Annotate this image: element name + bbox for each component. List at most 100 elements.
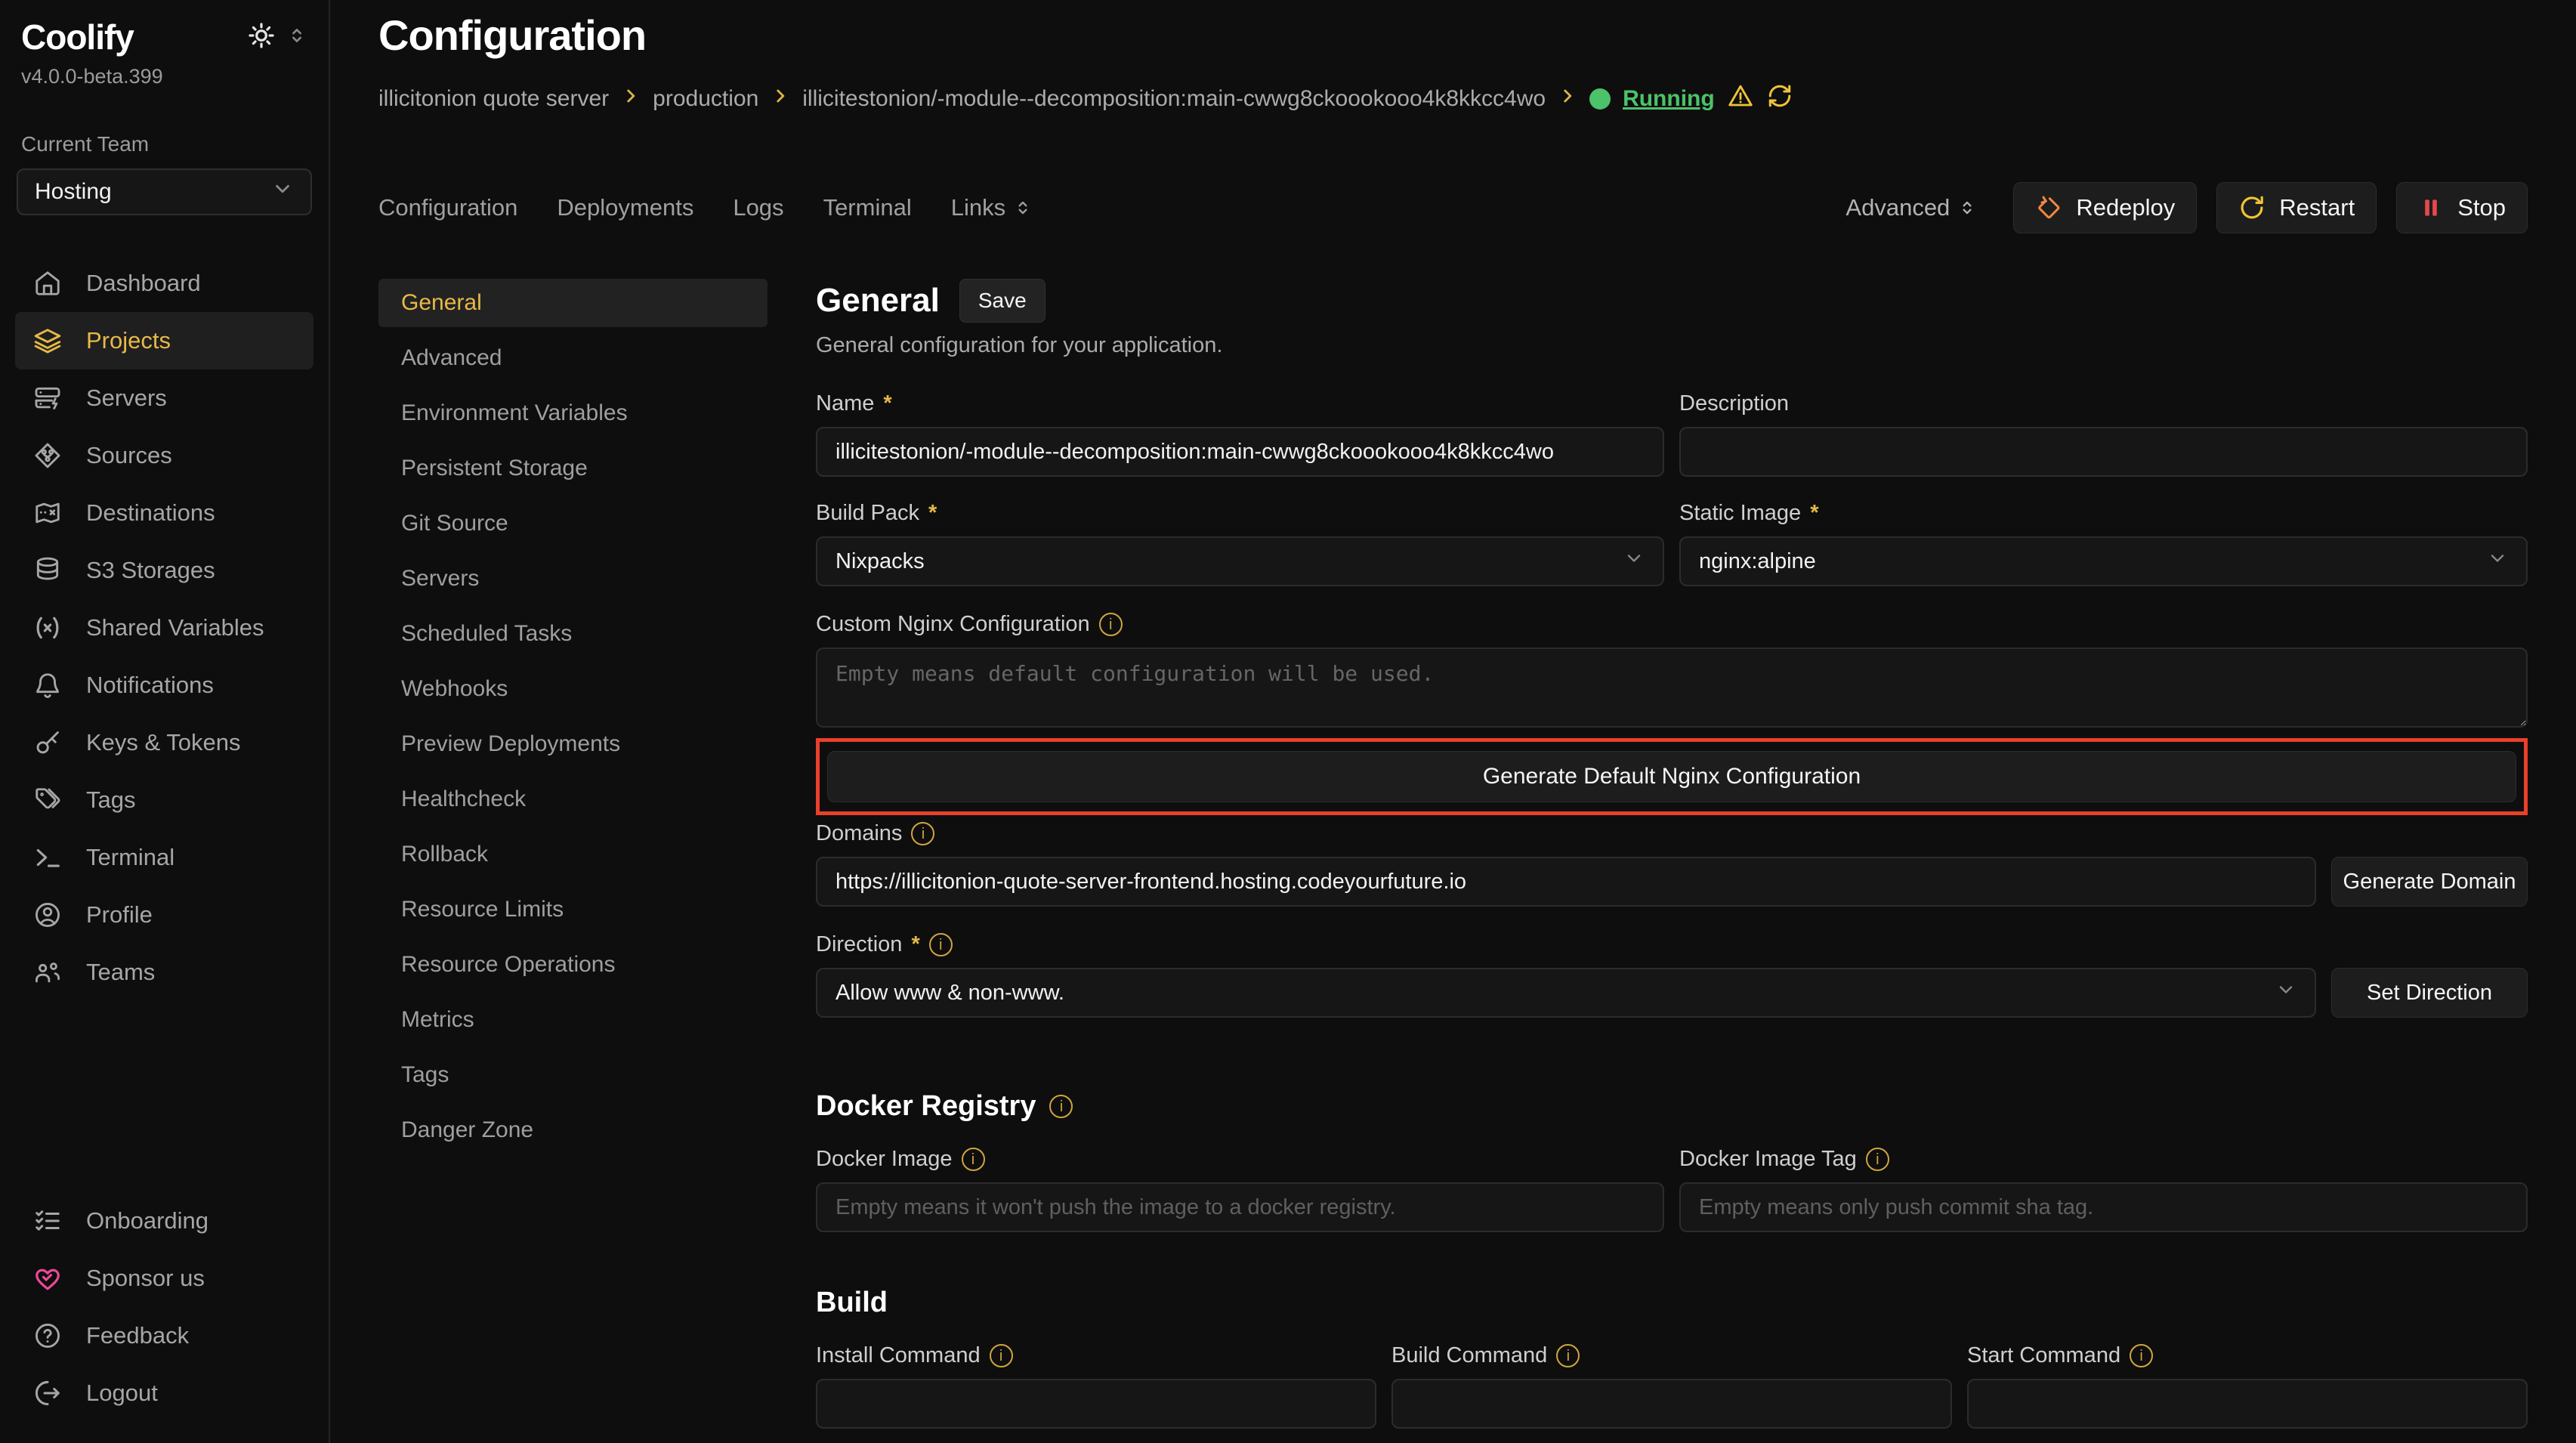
subnav-item-metrics[interactable]: Metrics: [378, 996, 768, 1044]
info-icon[interactable]: [990, 1344, 1013, 1367]
info-icon[interactable]: [929, 933, 953, 956]
sidebar-item-s3-storages[interactable]: S3 Storages: [15, 542, 314, 599]
install-command-label: Install Command: [816, 1343, 1376, 1368]
info-icon[interactable]: [962, 1148, 985, 1171]
set-direction-button[interactable]: Set Direction: [2331, 968, 2528, 1018]
domains-input[interactable]: [816, 857, 2316, 907]
status-link[interactable]: Running: [1623, 86, 1715, 112]
subnav-item-general[interactable]: General: [378, 279, 768, 327]
sidebar-item-feedback[interactable]: Feedback: [15, 1307, 314, 1364]
description-input[interactable]: [1679, 427, 2528, 477]
sidebar-item-projects[interactable]: Projects: [15, 312, 314, 369]
refresh-icon[interactable]: [1766, 82, 1793, 116]
sidebar-item-keys-tokens[interactable]: Keys & Tokens: [15, 714, 314, 771]
save-button[interactable]: Save: [959, 279, 1046, 323]
generate-nginx-config-button[interactable]: Generate Default Nginx Configuration: [827, 751, 2516, 802]
subnav-item-resource-operations[interactable]: Resource Operations: [378, 941, 768, 989]
info-icon[interactable]: [1049, 1095, 1073, 1118]
name-label: Name*: [816, 391, 1664, 416]
chevron-down-icon: [1623, 548, 1645, 575]
docker-image-tag-label: Docker Image Tag: [1679, 1147, 2528, 1172]
static-image-select[interactable]: nginx:alpine: [1679, 536, 2528, 586]
docker-image-tag-input[interactable]: [1679, 1182, 2528, 1232]
tab-configuration[interactable]: Configuration: [378, 194, 517, 221]
variable-icon: [33, 613, 62, 642]
bell-icon: [33, 671, 62, 700]
description-label: Description: [1679, 391, 2528, 416]
section-heading-docker-registry: Docker Registry: [816, 1090, 1036, 1123]
general-form: General Save General configuration for y…: [816, 279, 2528, 1443]
sidebar-item-onboarding[interactable]: Onboarding: [15, 1192, 314, 1250]
build-pack-select[interactable]: Nixpacks: [816, 536, 1664, 586]
required-asterisk: *: [1810, 501, 1818, 526]
docker-image-input[interactable]: [816, 1182, 1664, 1232]
subnav-item-resource-limits[interactable]: Resource Limits: [378, 885, 768, 934]
stop-button[interactable]: Stop: [2396, 182, 2528, 233]
sidebar-item-profile[interactable]: Profile: [15, 886, 314, 944]
server-icon: [33, 384, 62, 413]
subnav-item-tags[interactable]: Tags: [378, 1051, 768, 1099]
sidebar-item-sources[interactable]: Sources: [15, 427, 314, 484]
section-subtitle: General configuration for your applicati…: [816, 333, 2528, 358]
subnav-item-servers[interactable]: Servers: [378, 555, 768, 603]
direction-label: Direction*: [816, 932, 2528, 957]
chevron-right-icon: [621, 86, 641, 112]
breadcrumb-environment[interactable]: production: [653, 86, 758, 112]
subnav-item-danger-zone[interactable]: Danger Zone: [378, 1106, 768, 1154]
warning-triangle-icon[interactable]: [1727, 82, 1754, 116]
info-icon[interactable]: [1866, 1148, 1889, 1171]
stop-icon: [2418, 195, 2444, 221]
sidebar-item-servers[interactable]: Servers: [15, 369, 314, 427]
tab-deployments[interactable]: Deployments: [557, 194, 693, 221]
map-icon: [33, 499, 62, 527]
sidebar-item-sponsor-us[interactable]: Sponsor us: [15, 1250, 314, 1307]
team-select[interactable]: Hosting: [17, 168, 312, 215]
custom-nginx-label: Custom Nginx Configuration: [816, 612, 2528, 637]
sidebar-nav: Dashboard Projects Servers Sources Desti…: [15, 255, 314, 1001]
chevrons-up-down-icon: [1013, 198, 1033, 218]
subnav-item-environment-variables[interactable]: Environment Variables: [378, 389, 768, 437]
chevron-down-icon: [271, 178, 294, 206]
sidebar-item-shared-variables[interactable]: Shared Variables: [15, 599, 314, 657]
subnav-item-healthcheck[interactable]: Healthcheck: [378, 775, 768, 823]
restart-button[interactable]: Restart: [2216, 182, 2377, 233]
subnav-item-advanced[interactable]: Advanced: [378, 334, 768, 382]
sidebar-item-notifications[interactable]: Notifications: [15, 657, 314, 714]
subnav-item-persistent-storage[interactable]: Persistent Storage: [378, 444, 768, 493]
users-icon: [33, 958, 62, 987]
subnav-item-scheduled-tasks[interactable]: Scheduled Tasks: [378, 610, 768, 658]
generate-domain-button[interactable]: Generate Domain: [2331, 857, 2528, 907]
info-icon[interactable]: [1099, 613, 1123, 636]
advanced-dropdown[interactable]: Advanced: [1846, 194, 1977, 221]
name-input[interactable]: [816, 427, 1664, 477]
restart-icon: [2238, 194, 2266, 221]
breadcrumb-project[interactable]: illicitonion quote server: [378, 86, 609, 112]
sidebar-item-teams[interactable]: Teams: [15, 944, 314, 1001]
sidebar-item-logout[interactable]: Logout: [15, 1364, 314, 1422]
subnav-item-git-source[interactable]: Git Source: [378, 499, 768, 548]
install-command-input[interactable]: [816, 1379, 1376, 1429]
subnav-item-webhooks[interactable]: Webhooks: [378, 665, 768, 713]
tab-logs[interactable]: Logs: [733, 194, 783, 221]
sidebar-item-dashboard[interactable]: Dashboard: [15, 255, 314, 312]
subnav-item-rollback[interactable]: Rollback: [378, 830, 768, 879]
custom-nginx-textarea[interactable]: [816, 647, 2528, 728]
section-heading-general: General: [816, 282, 940, 320]
info-icon[interactable]: [1556, 1344, 1580, 1367]
sidebar-item-destinations[interactable]: Destinations: [15, 484, 314, 542]
tab-terminal[interactable]: Terminal: [823, 194, 912, 221]
page-title: Configuration: [378, 11, 2528, 60]
start-command-input[interactable]: [1967, 1379, 2528, 1429]
sidebar-collapse-chevrons-icon[interactable]: [286, 25, 307, 50]
theme-toggle-sun-icon[interactable]: [247, 21, 276, 54]
tab-links[interactable]: Links: [951, 194, 1033, 221]
sidebar-item-tags[interactable]: Tags: [15, 771, 314, 829]
subnav-item-preview-deployments[interactable]: Preview Deployments: [378, 720, 768, 768]
redeploy-button[interactable]: Redeploy: [2013, 182, 2197, 233]
info-icon[interactable]: [2130, 1344, 2153, 1367]
breadcrumb-application[interactable]: illicitestonion/-module--decomposition:m…: [802, 86, 1546, 112]
sidebar-item-terminal[interactable]: Terminal: [15, 829, 314, 886]
direction-select[interactable]: Allow www & non-www.: [816, 968, 2316, 1018]
info-icon[interactable]: [911, 822, 934, 845]
build-command-input[interactable]: [1391, 1379, 1952, 1429]
